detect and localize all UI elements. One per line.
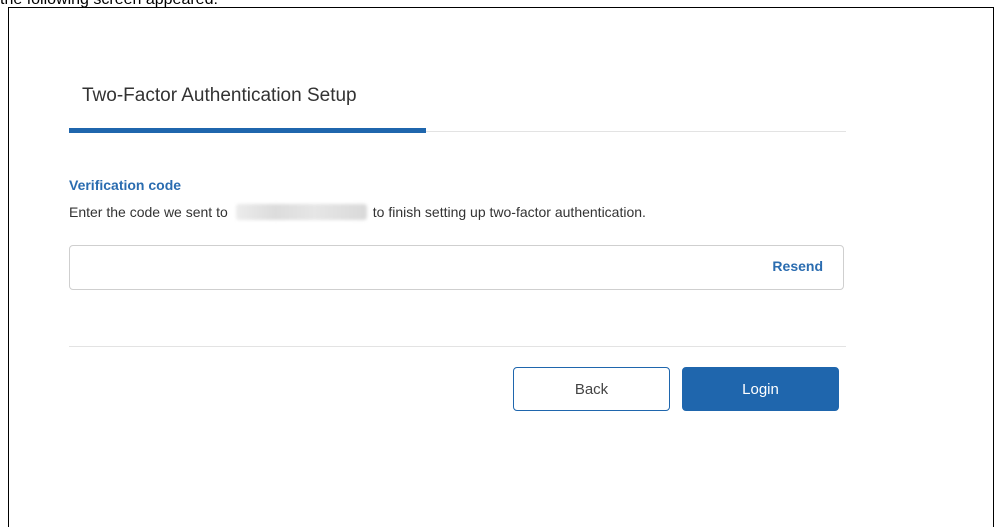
active-tab-indicator <box>69 128 426 133</box>
two-factor-setup-panel: Two-Factor Authentication Setup Verifica… <box>8 7 994 527</box>
verification-code-input[interactable] <box>80 254 744 283</box>
verification-code-field: Resend <box>69 245 844 290</box>
tab-two-factor-setup[interactable]: Two-Factor Authentication Setup <box>69 74 426 133</box>
tab-bar: Two-Factor Authentication Setup <box>69 74 846 133</box>
help-text-after: to finish setting up two-factor authenti… <box>372 204 646 220</box>
help-text-before: Enter the code we sent to <box>69 204 228 220</box>
back-button[interactable]: Back <box>513 367 670 411</box>
login-button[interactable]: Login <box>682 367 839 411</box>
tab-label: Two-Factor Authentication Setup <box>82 85 357 106</box>
verification-help-text: Enter the code we sent to to finish sett… <box>69 204 646 220</box>
verification-code-label: Verification code <box>69 177 182 193</box>
resend-link[interactable]: Resend <box>772 258 823 274</box>
redacted-phone-number <box>235 204 367 220</box>
divider <box>69 346 846 347</box>
